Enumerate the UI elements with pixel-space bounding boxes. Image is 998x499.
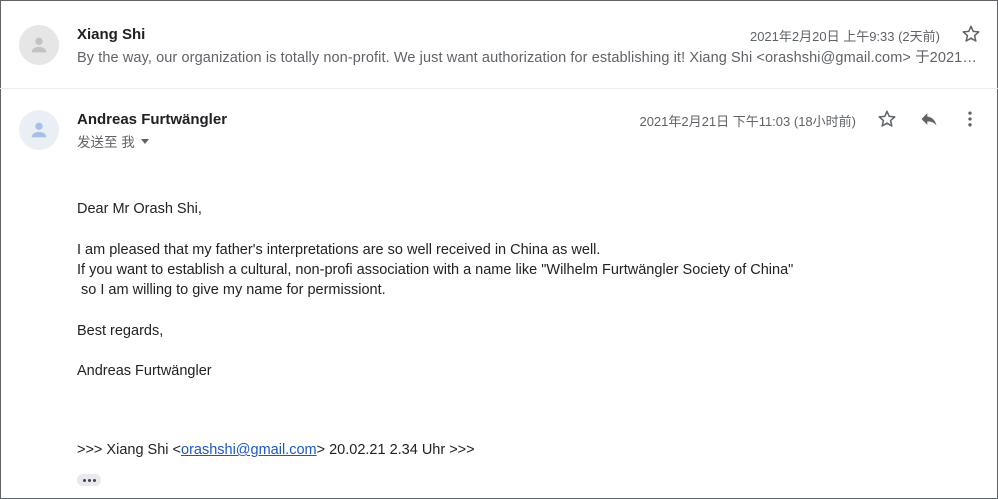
star-icon: [878, 110, 896, 127]
reply-icon: [921, 113, 937, 126]
dot: [92, 478, 96, 482]
recipient-details-toggle[interactable]: 发送至 我: [77, 131, 149, 151]
email-link[interactable]: orashshi@gmail.com: [181, 442, 317, 458]
message-body: Dear Mr Orash Shi, I am pleased that my …: [77, 199, 793, 382]
star-button[interactable]: [875, 107, 899, 131]
more-vert-icon: [968, 111, 972, 127]
message-snippet: By the way, our organization is totally …: [77, 50, 982, 66]
star-button[interactable]: [959, 22, 983, 46]
dot: [82, 478, 86, 482]
collapsed-message[interactable]: Xiang Shi By the way, our organization i…: [0, 0, 998, 89]
body-line: If you want to establish a cultural, non…: [77, 261, 794, 278]
more-options-button[interactable]: [958, 107, 982, 131]
sender-name: Andreas Furtwängler: [77, 111, 228, 128]
person-icon: [31, 37, 47, 53]
star-icon: [962, 25, 980, 42]
chevron-down-icon: [140, 138, 149, 144]
closing: Best regards,: [77, 322, 164, 339]
message-date: 2021年2月21日 下午11:03 (18小时前): [639, 114, 856, 129]
greeting: Dear Mr Orash Shi,: [77, 201, 202, 217]
quoted-header: >>> Xiang Shi <orashshi@gmail.com> 20.02…: [77, 442, 475, 458]
person-icon: [31, 122, 47, 138]
avatar: [19, 25, 59, 65]
sender-name: Xiang Shi: [77, 26, 146, 43]
signature: Andreas Furtwängler: [77, 363, 212, 380]
recipient-label: 发送至 我: [77, 135, 135, 150]
message-date: 2021年2月20日 上午9:33 (2天前): [749, 29, 940, 44]
reply-button[interactable]: [917, 107, 941, 131]
dot: [87, 478, 91, 482]
show-trimmed-content-button[interactable]: [77, 474, 101, 486]
body-line: so I am willing to give my name for perm…: [77, 282, 386, 299]
avatar: [19, 110, 59, 150]
body-line: I am pleased that my father's interpreta…: [77, 241, 601, 258]
